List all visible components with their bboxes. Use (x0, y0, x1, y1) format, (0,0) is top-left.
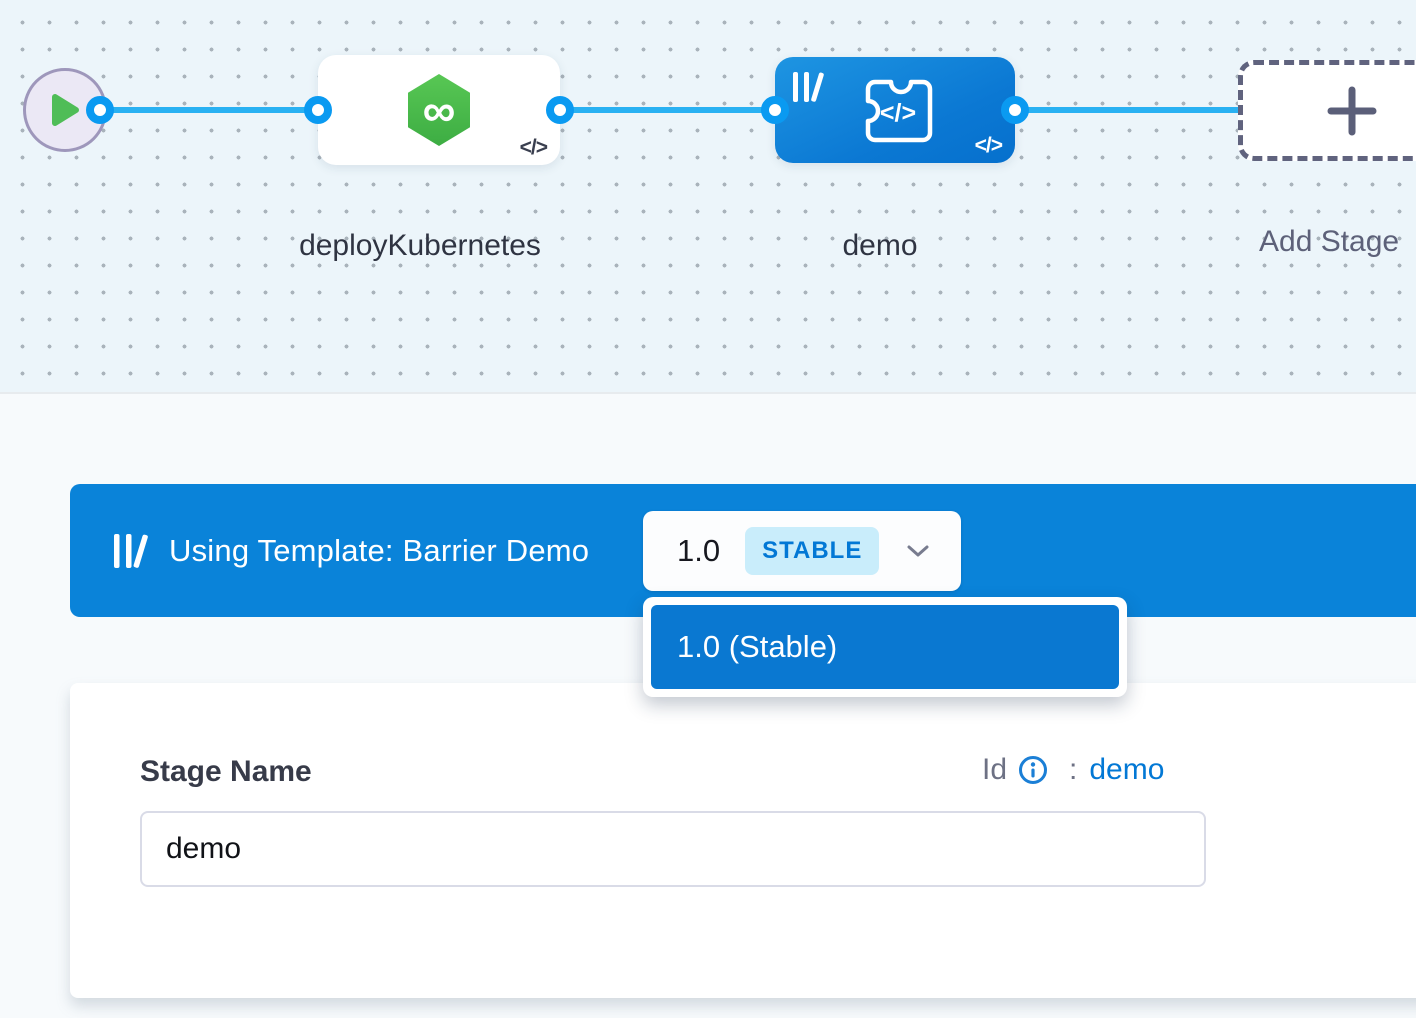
yaml-code-icon[interactable]: </> (520, 136, 547, 160)
version-dropdown-menu: 1.0 (Stable) (643, 597, 1127, 697)
stage-overview-panel: Stage Name Id : demo (70, 683, 1416, 998)
stage-id-row: Id : demo (982, 753, 1164, 787)
stage-name-label: Stage Name (140, 755, 312, 789)
version-selector[interactable]: 1.0 STABLE (643, 511, 961, 591)
plus-icon (1323, 82, 1381, 140)
stage-label-demo: demo (790, 217, 970, 275)
stage-name-input[interactable] (140, 811, 1206, 887)
version-option-1-0-stable[interactable]: 1.0 (Stable) (651, 605, 1119, 689)
port-demo-out[interactable] (1001, 96, 1029, 124)
info-icon[interactable] (1017, 754, 1049, 786)
edge-deploy-to-demo (558, 107, 778, 113)
stable-badge: STABLE (745, 527, 879, 575)
infinity-glyph: ∞ (423, 80, 456, 140)
code-glyph: </> (880, 99, 916, 127)
custom-stage-icon: </> (845, 72, 945, 148)
pipeline-editor: ∞ </> </> </> deployKubernetes demo Add … (0, 0, 1416, 1018)
stage-id-value: demo (1089, 753, 1164, 787)
port-demo-in[interactable] (761, 96, 789, 124)
using-template-text: Using Template: Barrier Demo (169, 484, 589, 617)
id-label: Id (982, 753, 1007, 787)
template-library-icon (111, 531, 149, 571)
deployment-stage-icon: ∞ (408, 74, 470, 146)
chevron-down-icon (906, 544, 930, 558)
stage-label-deploykubernetes: deployKubernetes (295, 217, 545, 275)
stage-node-deploykubernetes[interactable]: ∞ </> (318, 55, 560, 165)
edge-start-to-deploy (100, 107, 320, 113)
stage-node-demo[interactable]: </> </> (775, 57, 1015, 163)
add-stage-button[interactable] (1238, 60, 1416, 161)
play-icon (49, 92, 81, 128)
add-stage-label: Add Stage (1259, 213, 1416, 271)
port-start-out[interactable] (86, 96, 114, 124)
port-deploy-in[interactable] (304, 96, 332, 124)
version-number: 1.0 (677, 533, 720, 569)
template-library-icon (791, 70, 829, 104)
edge-demo-to-addstage (1013, 107, 1241, 113)
yaml-code-icon[interactable]: </> (975, 134, 1002, 158)
pipeline-canvas: ∞ </> </> </> deployKubernetes demo Add … (0, 0, 1416, 394)
port-deploy-out[interactable] (546, 96, 574, 124)
id-colon: : (1069, 753, 1077, 787)
